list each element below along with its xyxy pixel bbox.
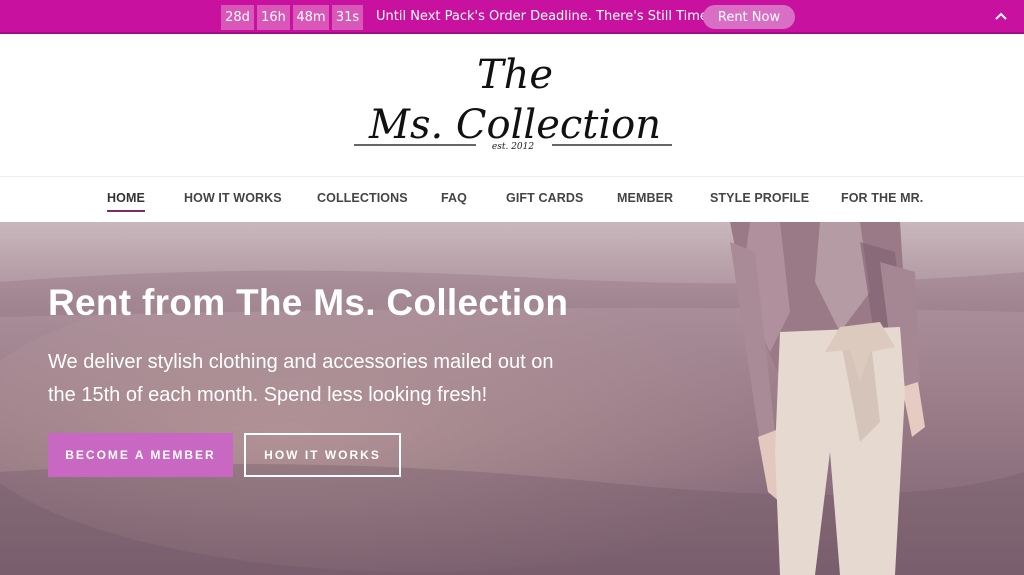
timer-days: 28d [221,5,254,30]
nav-item-collections[interactable]: COLLECTIONS [317,191,408,205]
main-nav: HOME HOW IT WORKS COLLECTIONS FAQ GIFT C… [0,176,1024,222]
logo-line1: The [477,52,553,98]
deadline-message: Until Next Pack's Order Deadline. There'… [376,9,713,24]
become-member-button[interactable]: BECOME A MEMBER [48,433,233,477]
header: The Ms. Collection est. 2012 [0,34,1024,177]
nav-item-member[interactable]: MEMBER [617,191,673,205]
timer-seconds: 31s [332,5,363,30]
countdown-timer: 28d 16h 48m 31s [221,5,363,30]
model-photo [730,222,925,575]
nav-item-for-the-mr[interactable]: FOR THE MR. [841,191,923,205]
nav-item-style-profile[interactable]: STYLE PROFILE [710,191,809,205]
nav-item-gift-cards[interactable]: GIFT CARDS [506,191,583,205]
nav-item-home[interactable]: HOME [107,191,145,212]
countdown-banner: 28d 16h 48m 31s Until Next Pack's Order … [0,0,1024,34]
hero-subtitle: We deliver stylish clothing and accessor… [48,351,554,406]
nav-item-faq[interactable]: FAQ [441,191,467,205]
hero-banner: Rent from The Ms. Collection We deliver … [0,222,1024,575]
logo-established: est. 2012 [492,142,534,152]
site-logo[interactable]: The Ms. Collection est. 2012 [352,48,674,163]
hero-title: Rent from The Ms. Collection [48,282,569,323]
nav-item-how-it-works[interactable]: HOW IT WORKS [184,191,282,205]
timer-minutes: 48m [293,5,329,30]
chevron-up-icon[interactable] [992,7,1010,25]
rent-now-button[interactable]: Rent Now [703,5,795,29]
timer-hours: 16h [257,5,290,30]
how-it-works-button[interactable]: HOW IT WORKS [244,433,401,477]
